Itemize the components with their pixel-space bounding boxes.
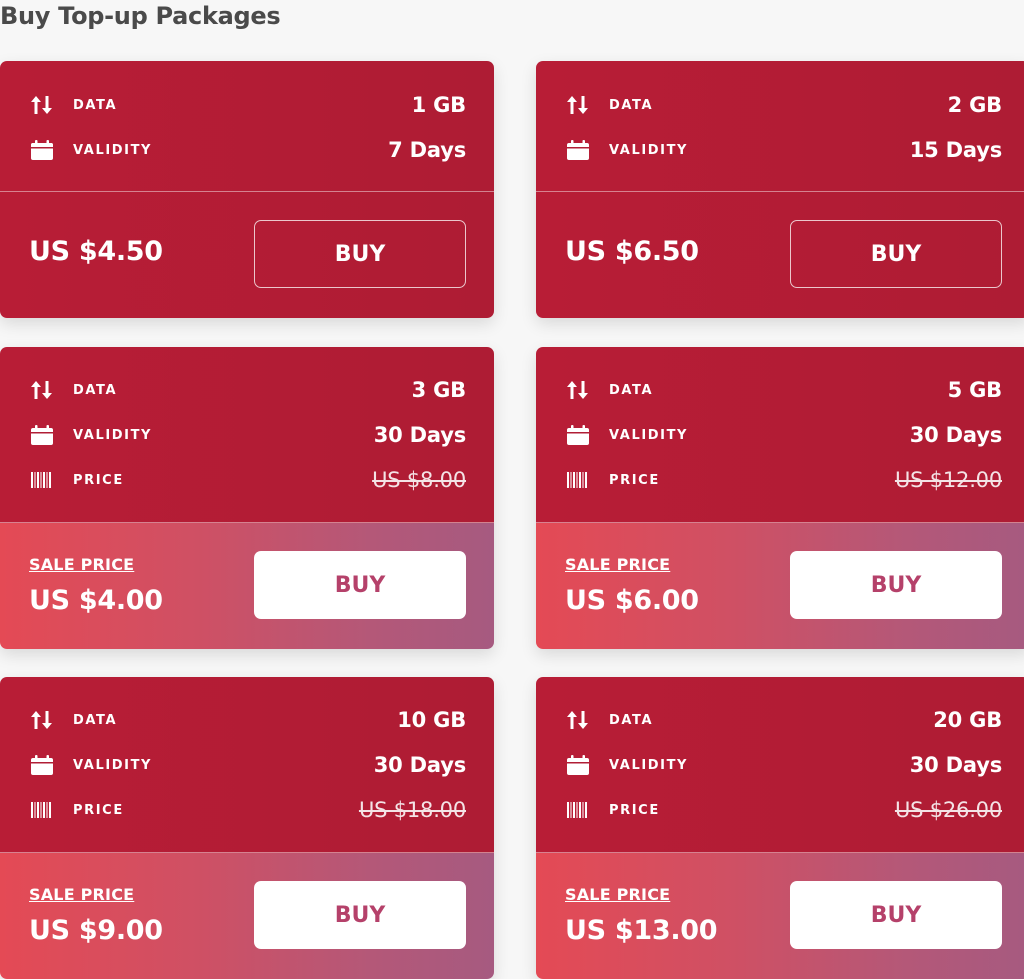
price-label: PRICE — [73, 802, 124, 818]
barcode-icon — [30, 469, 58, 491]
validity-label: VALIDITY — [73, 142, 153, 158]
buy-button[interactable]: BUY — [254, 881, 466, 949]
validity-value: 7 Days — [388, 138, 466, 162]
validity-row: VALIDITY 30 Days — [566, 750, 1002, 780]
arrows-up-down-icon — [566, 709, 594, 731]
package-details: DATA 5 GB VALIDITY 30 Days PRICE US $12.… — [536, 347, 1024, 523]
validity-row: VALIDITY 30 Days — [566, 420, 1002, 450]
arrows-up-down-icon — [30, 379, 58, 401]
original-price: US $18.00 — [358, 798, 466, 822]
package-card-2gb: DATA 2 GB VALIDITY 15 Days US $6.50 BUY — [536, 61, 1024, 318]
price-label: PRICE — [609, 802, 660, 818]
data-value: 10 GB — [397, 708, 466, 732]
arrows-up-down-icon — [566, 94, 594, 116]
data-value: 5 GB — [947, 378, 1003, 402]
buy-button[interactable]: BUY — [790, 220, 1002, 288]
validity-value: 15 Days — [909, 138, 1002, 162]
calendar-icon — [30, 754, 58, 776]
data-row: DATA 20 GB — [566, 705, 1002, 735]
price-label: PRICE — [609, 472, 660, 488]
calendar-icon — [30, 139, 58, 161]
package-card-20gb: DATA 20 GB VALIDITY 30 Days PRICE US $26… — [536, 677, 1024, 979]
buy-button[interactable]: BUY — [254, 220, 466, 288]
arrows-up-down-icon — [30, 709, 58, 731]
package-footer: SALE PRICE US $13.00 BUY — [536, 853, 1024, 979]
data-value: 2 GB — [947, 93, 1003, 117]
package-footer: SALE PRICE US $6.00 BUY — [536, 523, 1024, 649]
package-card-3gb: DATA 3 GB VALIDITY 30 Days PRICE US $8.0… — [0, 347, 494, 649]
original-price: US $12.00 — [894, 468, 1002, 492]
sale-price-label: SALE PRICE — [565, 885, 671, 904]
sale-price: US $9.00 — [29, 915, 163, 946]
calendar-icon — [566, 424, 594, 446]
sale-price: US $6.00 — [565, 585, 699, 616]
validity-row: VALIDITY 15 Days — [566, 135, 1002, 165]
data-row: DATA 5 GB — [566, 375, 1002, 405]
package-footer: US $6.50 BUY — [536, 192, 1024, 318]
validity-label: VALIDITY — [73, 427, 153, 443]
data-row: DATA 2 GB — [566, 90, 1002, 120]
data-label: DATA — [609, 712, 654, 728]
sale-price-label: SALE PRICE — [565, 555, 671, 574]
sale-price-label: SALE PRICE — [29, 885, 135, 904]
data-label: DATA — [73, 712, 118, 728]
price-row: PRICE US $8.00 — [30, 465, 466, 495]
data-label: DATA — [73, 382, 118, 398]
buy-button[interactable]: BUY — [790, 551, 1002, 619]
sale-price: US $13.00 — [565, 915, 718, 946]
package-footer: SALE PRICE US $4.00 BUY — [0, 523, 494, 649]
package-details: DATA 1 GB VALIDITY 7 Days — [0, 61, 494, 192]
original-price: US $8.00 — [372, 468, 466, 492]
validity-label: VALIDITY — [609, 427, 689, 443]
barcode-icon — [30, 799, 58, 821]
validity-row: VALIDITY 30 Days — [30, 750, 466, 780]
package-card-5gb: DATA 5 GB VALIDITY 30 Days PRICE US $12.… — [536, 347, 1024, 649]
price-row: PRICE US $26.00 — [566, 795, 1002, 825]
arrows-up-down-icon — [566, 379, 594, 401]
validity-value: 30 Days — [909, 423, 1002, 447]
arrows-up-down-icon — [30, 94, 58, 116]
data-label: DATA — [73, 97, 118, 113]
barcode-icon — [566, 799, 594, 821]
package-footer: SALE PRICE US $9.00 BUY — [0, 853, 494, 979]
calendar-icon — [30, 424, 58, 446]
package-card-10gb: DATA 10 GB VALIDITY 30 Days PRICE US $18… — [0, 677, 494, 979]
price-row: PRICE US $18.00 — [30, 795, 466, 825]
validity-value: 30 Days — [373, 753, 466, 777]
package-details: DATA 20 GB VALIDITY 30 Days PRICE US $26… — [536, 677, 1024, 853]
data-value: 20 GB — [933, 708, 1002, 732]
validity-label: VALIDITY — [73, 757, 153, 773]
package-footer: US $4.50 BUY — [0, 192, 494, 318]
validity-label: VALIDITY — [609, 757, 689, 773]
data-value: 3 GB — [411, 378, 467, 402]
package-details: DATA 2 GB VALIDITY 15 Days — [536, 61, 1024, 192]
sale-price-label: SALE PRICE — [29, 555, 135, 574]
price: US $4.50 — [29, 236, 163, 267]
calendar-icon — [566, 139, 594, 161]
sale-price: US $4.00 — [29, 585, 163, 616]
data-label: DATA — [609, 97, 654, 113]
data-row: DATA 10 GB — [30, 705, 466, 735]
package-details: DATA 10 GB VALIDITY 30 Days PRICE US $18… — [0, 677, 494, 853]
validity-row: VALIDITY 7 Days — [30, 135, 466, 165]
barcode-icon — [566, 469, 594, 491]
package-details: DATA 3 GB VALIDITY 30 Days PRICE US $8.0… — [0, 347, 494, 523]
page-title: Buy Top-up Packages — [0, 2, 281, 30]
data-value: 1 GB — [411, 93, 467, 117]
validity-row: VALIDITY 30 Days — [30, 420, 466, 450]
buy-button[interactable]: BUY — [254, 551, 466, 619]
validity-label: VALIDITY — [609, 142, 689, 158]
data-row: DATA 1 GB — [30, 90, 466, 120]
data-row: DATA 3 GB — [30, 375, 466, 405]
calendar-icon — [566, 754, 594, 776]
price-label: PRICE — [73, 472, 124, 488]
package-card-1gb: DATA 1 GB VALIDITY 7 Days US $4.50 BUY — [0, 61, 494, 318]
data-label: DATA — [609, 382, 654, 398]
price: US $6.50 — [565, 236, 699, 267]
validity-value: 30 Days — [373, 423, 466, 447]
original-price: US $26.00 — [894, 798, 1002, 822]
buy-button[interactable]: BUY — [790, 881, 1002, 949]
validity-value: 30 Days — [909, 753, 1002, 777]
price-row: PRICE US $12.00 — [566, 465, 1002, 495]
